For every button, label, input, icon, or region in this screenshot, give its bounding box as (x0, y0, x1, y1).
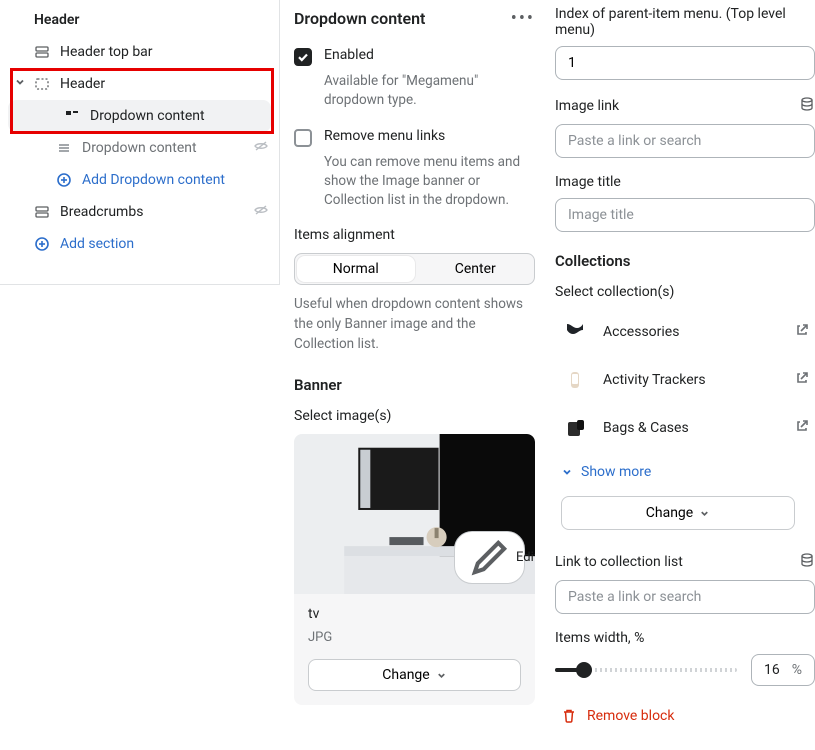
remove-links-description: You can remove menu items and show the I… (294, 153, 535, 210)
external-link-icon[interactable] (795, 323, 809, 341)
section-icon (34, 44, 50, 60)
settings-panel: Dropdown content ••• Enabled Available f… (280, 0, 545, 750)
alignment-segmented-control: Normal Center (294, 253, 535, 285)
properties-panel: Index of parent-item menu. (Top level me… (545, 0, 815, 750)
sidebar-item-header[interactable]: Header (0, 68, 279, 100)
change-label: Change (382, 667, 429, 683)
change-image-button[interactable]: Change (308, 659, 521, 691)
chevron-down-icon (699, 508, 710, 519)
index-field-label: Index of parent-item menu. (Top level me… (555, 6, 815, 38)
remove-block-label: Remove block (587, 708, 674, 724)
image-title-field-label: Image title (555, 174, 815, 190)
more-actions-icon[interactable]: ••• (511, 8, 535, 29)
collection-name: Activity Trackers (603, 372, 781, 388)
enabled-description: Available for "Megamenu" dropdown type. (294, 72, 535, 110)
items-width-value-box[interactable]: 16 % (751, 654, 815, 686)
collections-list: Accessories Activity Trackers Bags & Cas… (555, 308, 815, 496)
collection-item[interactable]: Activity Trackers (555, 356, 815, 404)
section-icon (34, 204, 50, 220)
sidebar-item-label: Header top bar (60, 44, 153, 60)
select-images-label: Select image(s) (294, 408, 535, 424)
image-title-input[interactable] (555, 198, 815, 232)
remove-links-label: Remove menu links (324, 128, 445, 144)
sidebar: Header Header top bar Header Dropdown co… (0, 0, 280, 285)
sidebar-item-label: Add section (60, 236, 134, 252)
collection-thumb (561, 366, 589, 394)
image-link-input[interactable] (555, 124, 815, 158)
edit-image-button[interactable]: Edit (454, 531, 525, 584)
plus-circle-icon (56, 172, 72, 188)
image-link-field-label: Image link (555, 96, 815, 116)
image-thumbnail: Edit (294, 434, 535, 594)
dynamic-source-icon[interactable] (799, 96, 815, 116)
alignment-option-center[interactable]: Center (417, 254, 535, 284)
collection-item[interactable]: Bags & Cases (555, 404, 815, 452)
alignment-label: Items alignment (294, 227, 535, 243)
section-icon (34, 76, 50, 92)
link-collection-field-label: Link to collection list (555, 552, 815, 572)
show-more-button[interactable]: Show more (555, 452, 815, 496)
sidebar-group-title: Header (0, 6, 279, 36)
collection-thumb (561, 318, 589, 346)
edit-label: Edit (516, 550, 535, 565)
change-label: Change (646, 505, 693, 521)
banner-heading: Banner (294, 376, 535, 394)
collection-thumb (561, 414, 589, 442)
plus-circle-icon (34, 236, 50, 252)
alignment-option-normal[interactable]: Normal (297, 256, 415, 282)
remove-links-checkbox[interactable] (294, 129, 312, 147)
collection-item[interactable]: Accessories (555, 308, 815, 356)
sidebar-item-label: Header (60, 76, 105, 92)
sidebar-item-label: Add Dropdown content (82, 172, 225, 188)
lines-icon (56, 140, 72, 156)
items-width-label: Items width, % (555, 630, 815, 646)
show-more-label: Show more (581, 464, 651, 480)
items-width-unit: % (792, 662, 802, 678)
sidebar-item-dropdown-content-hidden[interactable]: Dropdown content (0, 132, 279, 164)
collections-heading: Collections (555, 252, 815, 270)
image-card: Edit tv JPG Change (294, 434, 535, 705)
items-width-value: 16 (764, 662, 780, 678)
external-link-icon[interactable] (795, 371, 809, 389)
sidebar-add-dropdown-content[interactable]: Add Dropdown content (0, 164, 279, 196)
collection-name: Bags & Cases (603, 420, 781, 436)
items-width-slider[interactable] (555, 668, 737, 672)
sidebar-item-label: Dropdown content (82, 140, 197, 156)
enabled-checkbox[interactable] (294, 48, 312, 66)
image-name: tv (308, 606, 521, 622)
hidden-icon (253, 202, 269, 222)
change-collections-button[interactable]: Change (561, 496, 795, 530)
hidden-icon (253, 138, 269, 158)
link-collection-input[interactable] (555, 580, 815, 614)
select-collections-label: Select collection(s) (555, 284, 815, 300)
image-format: JPG (308, 630, 521, 645)
pencil-icon (469, 537, 510, 578)
sidebar-item-header-top-bar[interactable]: Header top bar (0, 36, 279, 68)
collection-name: Accessories (603, 324, 781, 340)
enabled-label: Enabled (324, 47, 374, 63)
sidebar-item-breadcrumbs[interactable]: Breadcrumbs (0, 196, 279, 228)
chevron-down-icon (561, 466, 573, 478)
sidebar-item-dropdown-content-active[interactable]: Dropdown content (8, 100, 271, 132)
index-input[interactable] (555, 46, 815, 80)
dynamic-source-icon[interactable] (799, 552, 815, 572)
block-icon (64, 108, 80, 124)
remove-block-button[interactable]: Remove block (555, 708, 815, 724)
sidebar-item-label: Breadcrumbs (60, 204, 143, 220)
trash-icon (561, 708, 577, 724)
sidebar-item-label: Dropdown content (90, 108, 205, 124)
chevron-down-icon (14, 76, 26, 92)
chevron-down-icon (436, 670, 447, 681)
sidebar-add-section[interactable]: Add section (0, 228, 279, 260)
alignment-help-text: Useful when dropdown content shows the o… (294, 295, 535, 354)
external-link-icon[interactable] (795, 419, 809, 437)
settings-panel-title: Dropdown content (294, 9, 425, 28)
